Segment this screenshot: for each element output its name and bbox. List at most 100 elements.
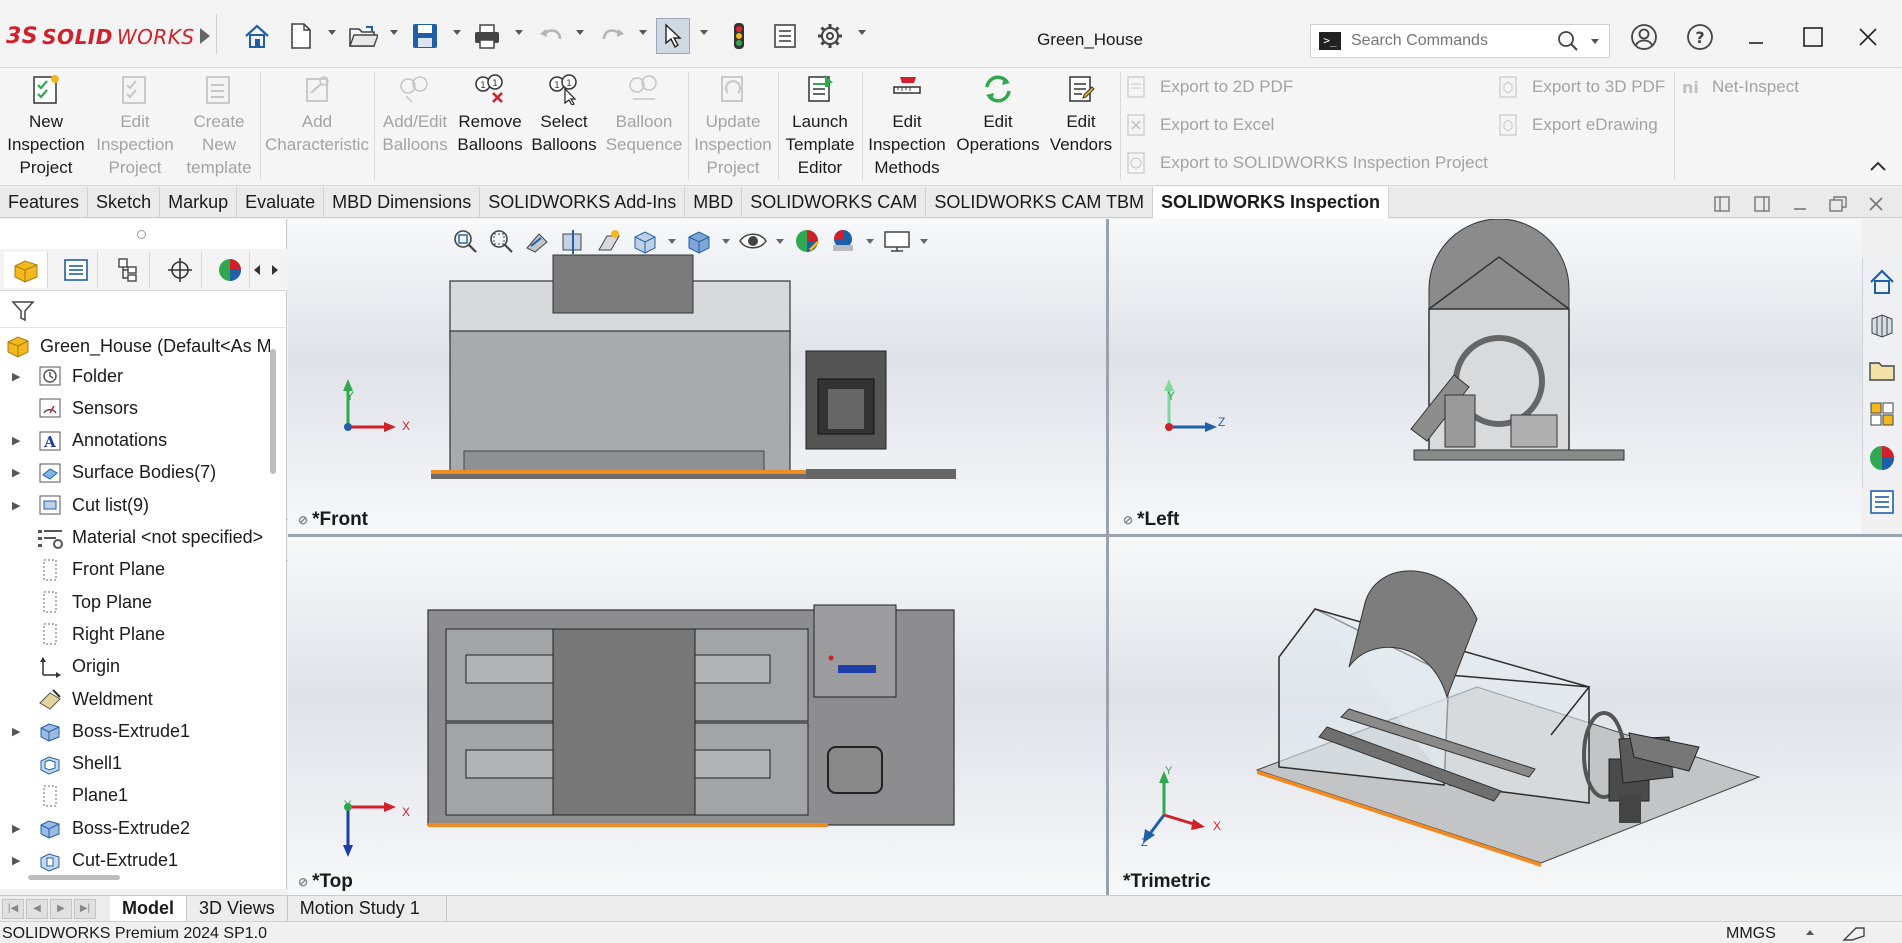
property-manager-tab-icon[interactable] (54, 252, 98, 288)
display-manager-tab-icon[interactable] (210, 252, 250, 288)
doc-restore-icon[interactable] (1826, 194, 1850, 214)
expand-arrow-icon[interactable]: ▶ (12, 854, 28, 867)
home-icon[interactable] (242, 22, 272, 50)
tree-item[interactable]: ▶ Boss-Extrude1 (0, 716, 270, 746)
tab-solidworks-cam-tbm[interactable]: SOLIDWORKS CAM TBM (926, 187, 1154, 218)
balloon-sequence-button[interactable]: Balloon Sequence (604, 72, 684, 182)
tree-item[interactable]: ▶ Cut-Extrude1 (0, 846, 270, 876)
viewport-top[interactable]: Y X ⊘ *Top (288, 537, 1106, 895)
expand-arrow-icon[interactable]: ▶ (12, 434, 28, 447)
tree-item[interactable]: Weldment (0, 684, 270, 714)
expand-arrow-icon[interactable]: ▶ (12, 466, 28, 479)
view-palette-icon[interactable] (1864, 396, 1900, 432)
help-icon[interactable]: ? (1680, 22, 1720, 52)
expand-arrow-icon[interactable]: ▶ (12, 370, 28, 383)
launch-template-editor-button[interactable]: Launch Template Editor (782, 72, 858, 182)
net-inspect-button[interactable]: ni Net-Inspect (1680, 72, 1799, 102)
tree-horizontal-scrollbar[interactable] (28, 875, 120, 880)
tree-item[interactable]: Sensors (0, 393, 270, 423)
section-view-icon[interactable] (558, 226, 588, 256)
collapse-ribbon-icon[interactable] (1868, 158, 1892, 178)
edit-vendors-button[interactable]: Edit Vendors (1046, 72, 1116, 182)
tab-mbd-dimensions[interactable]: MBD Dimensions (324, 187, 481, 218)
open-dropdown-icon[interactable] (390, 30, 398, 35)
previous-view-icon[interactable] (522, 226, 552, 256)
select-pointer-icon[interactable] (656, 18, 690, 54)
tree-item[interactable]: ▶ Cut list(9) (0, 490, 270, 520)
configuration-manager-tab-icon[interactable] (106, 252, 150, 288)
quick-tips-icon[interactable] (1842, 924, 1868, 942)
tree-filter-bar[interactable] (0, 292, 287, 328)
panel-splitter-handle[interactable] (137, 230, 146, 239)
apply-scene-dropdown-icon[interactable] (864, 226, 876, 256)
hide-show-dropdown-icon[interactable] (774, 226, 786, 256)
design-library-icon[interactable] (1864, 308, 1900, 344)
custom-properties-icon[interactable] (1864, 484, 1900, 520)
add-edit-balloons-button[interactable]: Add/Edit Balloons (378, 72, 452, 182)
doc-minimize-icon[interactable] (1788, 194, 1812, 214)
export-edrawing-button[interactable]: Export eDrawing (1496, 110, 1658, 140)
search-icon[interactable] (1557, 30, 1579, 52)
tree-item[interactable]: Material <not specified> (0, 523, 270, 553)
sw-resources-icon[interactable] (1864, 264, 1900, 300)
display-style-icon[interactable] (684, 226, 714, 256)
export-to-excel-button[interactable]: Export to Excel (1124, 110, 1274, 140)
filter-icon[interactable] (10, 298, 36, 324)
appearances-icon[interactable] (1864, 440, 1900, 476)
tabs-scroll-left-icon[interactable] (250, 261, 264, 279)
apply-scene-icon[interactable] (828, 226, 858, 256)
view-orientation-dropdown-icon[interactable] (666, 226, 678, 256)
units-selector[interactable]: MMGS (1726, 925, 1776, 943)
user-account-icon[interactable] (1624, 22, 1664, 52)
zoom-to-fit-icon[interactable] (450, 226, 480, 256)
tree-item[interactable]: Right Plane (0, 619, 270, 649)
tab-mbd[interactable]: MBD (685, 187, 743, 218)
solidworks-logo[interactable]: 3S SOLID WORKS (6, 24, 195, 49)
tab-sketch[interactable]: Sketch (88, 187, 161, 218)
tree-item[interactable]: Origin (0, 652, 270, 682)
edit-appearance-icon[interactable] (792, 226, 822, 256)
search-input[interactable] (1351, 32, 1551, 50)
expand-arrow-icon[interactable]: ▶ (12, 725, 28, 738)
redo-icon[interactable] (598, 22, 628, 50)
edit-operations-button[interactable]: Edit Operations (952, 72, 1044, 182)
view-settings-icon[interactable] (882, 226, 912, 256)
viewport-left[interactable]: Y Z ⊘ *Left (1109, 219, 1862, 534)
units-dropdown-icon[interactable] (1806, 930, 1814, 935)
dimxpert-tab-icon[interactable] (158, 252, 202, 288)
doc-close-icon[interactable] (1864, 194, 1888, 214)
undo-dropdown-icon[interactable] (576, 30, 584, 35)
minimize-window-icon[interactable] (1736, 22, 1776, 52)
last-tab-icon[interactable]: ▶| (74, 898, 96, 919)
first-tab-icon[interactable]: |◀ (2, 898, 24, 919)
expand-arrow-icon[interactable]: ▶ (12, 822, 28, 835)
zoom-to-area-icon[interactable] (486, 226, 516, 256)
view-orientation-icon[interactable] (630, 226, 660, 256)
feature-manager-tab-icon[interactable] (4, 252, 48, 288)
tabs-scroll-right-icon[interactable] (268, 261, 282, 279)
edit-inspection-methods-button[interactable]: Edit Inspection Methods (864, 72, 950, 182)
redo-dropdown-icon[interactable] (639, 30, 647, 35)
bottom-tab-motion-study[interactable]: Motion Study 1 (288, 895, 447, 922)
select-dropdown-icon[interactable] (700, 30, 708, 35)
tab-features[interactable]: Features (0, 187, 89, 218)
remove-balloons-button[interactable]: 11 Remove Balloons (456, 72, 524, 182)
search-commands-box[interactable]: >_ (1310, 24, 1610, 58)
tab-evaluate[interactable]: Evaluate (237, 187, 325, 218)
bottom-tab-model[interactable]: Model (110, 895, 187, 922)
file-explorer-icon[interactable] (1864, 352, 1900, 388)
rebuild-traffic-light-icon[interactable] (724, 22, 754, 50)
save-dropdown-icon[interactable] (453, 30, 461, 35)
next-tab-icon[interactable]: ▶ (50, 898, 72, 919)
tree-item[interactable]: ▶ Surface Bodies(7) (0, 458, 270, 488)
select-balloons-button[interactable]: 11 Select Balloons (530, 72, 598, 182)
options-gear-icon[interactable] (815, 22, 845, 50)
expand-arrow-icon[interactable]: ▶ (12, 499, 28, 512)
display-style-dropdown-icon[interactable] (720, 226, 732, 256)
new-dropdown-icon[interactable] (328, 30, 336, 35)
undo-icon[interactable] (536, 22, 566, 50)
print-dropdown-icon[interactable] (515, 30, 523, 35)
tab-markup[interactable]: Markup (160, 187, 238, 218)
view-settings-dropdown-icon[interactable] (918, 226, 930, 256)
update-inspection-project-button[interactable]: Update Inspection Project (692, 72, 774, 182)
